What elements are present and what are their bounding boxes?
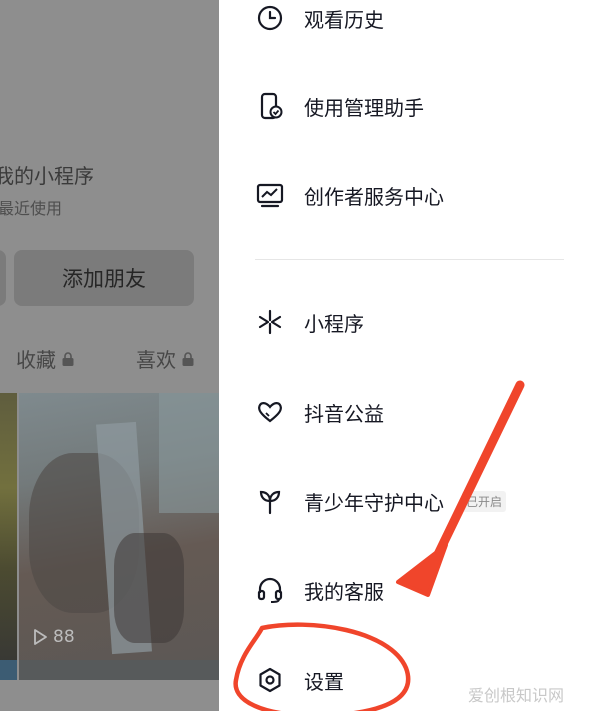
enabled-badge: 已开启 <box>462 490 507 512</box>
mini-program-title: 我的小程序 <box>0 164 94 188</box>
chart-icon <box>255 180 285 210</box>
menu-item-label: 抖音公益 <box>304 401 384 426</box>
side-drawer-menu: 观看历史 使用管理助手 创作者服务中心 小程序 抖音公益 青少年守护中心 已开启 <box>219 0 600 711</box>
play-icon <box>34 629 47 645</box>
menu-item-watch-history[interactable]: 观看历史 <box>219 0 600 48</box>
heart-hands-icon <box>255 397 285 427</box>
lock-icon <box>182 351 194 366</box>
video-thumbnail[interactable] <box>0 660 17 680</box>
mini-program-subtitle: 最近使用 <box>0 199 63 218</box>
menu-item-label: 设置 <box>304 669 344 694</box>
add-friend-button[interactable]: 添加朋友 <box>14 250 194 306</box>
tab-favorites-label: 收藏 <box>16 348 56 372</box>
menu-divider <box>255 259 564 260</box>
menu-item-label: 青少年守护中心 <box>304 490 444 515</box>
menu-item-mini-programs[interactable]: 小程序 <box>219 292 600 352</box>
menu-item-creator-center[interactable]: 创作者服务中心 <box>219 165 600 225</box>
mini-program-icon <box>255 307 285 337</box>
tab-likes[interactable]: 喜欢 <box>136 344 195 373</box>
tab-favorites[interactable]: 收藏 <box>16 344 75 373</box>
menu-item-charity[interactable]: 抖音公益 <box>219 382 600 442</box>
menu-item-customer-service[interactable]: 我的客服 <box>219 560 600 620</box>
menu-item-label: 观看历史 <box>304 7 384 32</box>
watermark-text: 爱创根知识网 <box>468 686 565 705</box>
video-thumbnail-grid: 88 <box>0 393 219 663</box>
tab-likes-label: 喜欢 <box>136 348 176 372</box>
phone-check-icon <box>255 91 285 121</box>
lock-icon <box>62 351 74 366</box>
menu-item-youth-protection[interactable]: 青少年守护中心 已开启 <box>219 471 600 531</box>
menu-item-label: 使用管理助手 <box>304 95 424 120</box>
menu-item-label: 创作者服务中心 <box>304 184 444 209</box>
play-count-value: 88 <box>53 627 75 647</box>
video-thumbnail[interactable] <box>19 660 219 680</box>
video-thumbnail[interactable]: 88 <box>19 393 219 663</box>
menu-item-label: 我的客服 <box>304 579 384 604</box>
profile-background-dimmed: 我的小程序 最近使用 添加朋友 收藏 喜欢 88 <box>0 0 219 711</box>
play-count: 88 <box>31 627 75 647</box>
menu-item-usage-assistant[interactable]: 使用管理助手 <box>219 76 600 136</box>
edit-profile-button[interactable] <box>0 250 6 306</box>
headset-icon <box>255 575 285 605</box>
clock-icon <box>255 3 285 33</box>
video-thumbnail[interactable] <box>0 393 17 663</box>
menu-item-label: 小程序 <box>304 311 364 336</box>
sprout-icon <box>255 486 285 516</box>
settings-icon <box>255 665 285 695</box>
